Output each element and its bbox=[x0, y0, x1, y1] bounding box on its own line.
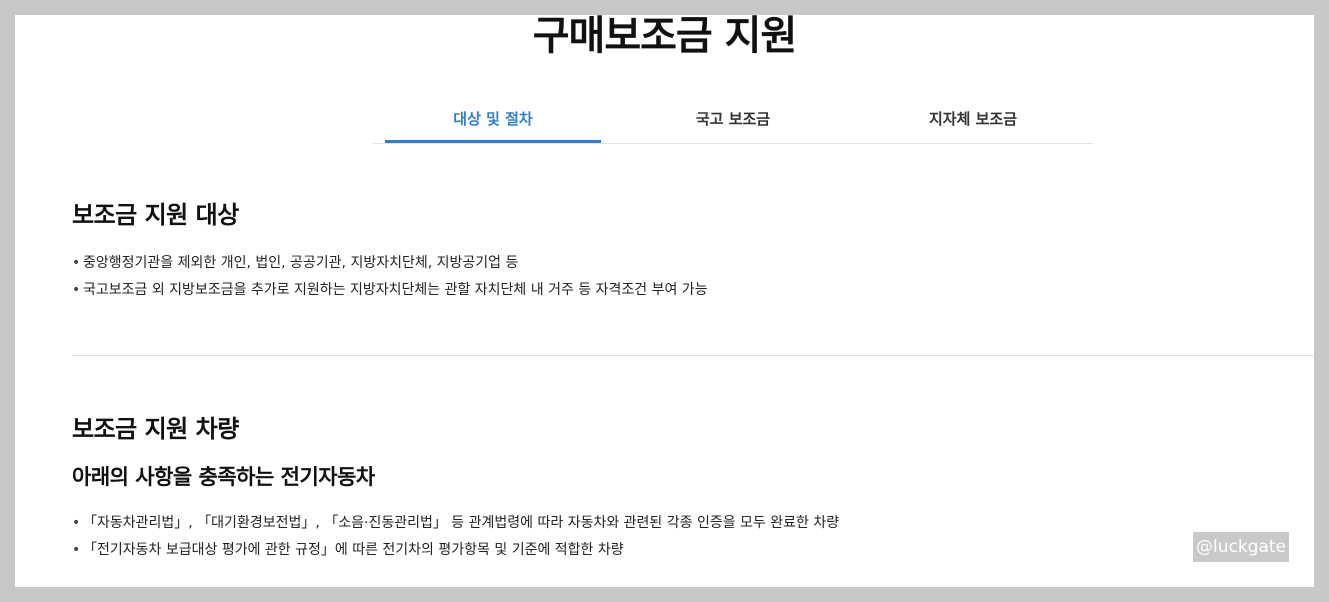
bullet-icon: • bbox=[72, 255, 81, 271]
tab-target-procedure[interactable]: 대상 및 절차 bbox=[385, 103, 601, 143]
section-subheading: 아래의 사항을 충족하는 전기자동차 bbox=[72, 465, 375, 489]
list-item: • 중앙행정기관을 제외한 개인, 법인, 공공기관, 지방자치단체, 지방공기업… bbox=[72, 250, 708, 277]
list-item: • 「자동차관리법」, 「대기환경보전법」, 「소음·진동관리법」 등 관계법령에… bbox=[72, 510, 839, 537]
section-heading-eligibility: 보조금 지원 대상 bbox=[72, 201, 239, 229]
section-divider bbox=[72, 355, 1314, 356]
vehicle-criteria-list: • 「자동차관리법」, 「대기환경보전법」, 「소음·진동관리법」 등 관계법령에… bbox=[72, 510, 839, 564]
list-item: • 국고보조금 외 지방보조금을 추가로 지원하는 지방자치단체는 관할 자치단체… bbox=[72, 277, 708, 304]
eligibility-list: • 중앙행정기관을 제외한 개인, 법인, 공공기관, 지방자치단체, 지방공기업… bbox=[72, 250, 708, 304]
bullet-icon: • bbox=[72, 515, 81, 531]
watermark-label: @luckgate bbox=[1193, 532, 1289, 562]
page-content: 구매보조금 지원 대상 및 절차 국고 보조금 지자체 보조금 보조금 지원 대… bbox=[15, 15, 1314, 587]
bullet-icon: • bbox=[72, 282, 81, 298]
tab-local-subsidy[interactable]: 지자체 보조금 bbox=[865, 103, 1081, 141]
tab-bar: 대상 및 절차 국고 보조금 지자체 보조금 bbox=[373, 103, 1093, 144]
list-item: • 「전기자동차 보급대상 평가에 관한 규정」에 따른 전기차의 평가항목 및 … bbox=[72, 537, 839, 564]
section-heading-vehicles: 보조금 지원 차량 bbox=[72, 415, 239, 443]
bullet-icon: • bbox=[72, 542, 81, 558]
tab-national-subsidy[interactable]: 국고 보조금 bbox=[625, 103, 841, 141]
page-title: 구매보조금 지원 bbox=[532, 15, 798, 59]
